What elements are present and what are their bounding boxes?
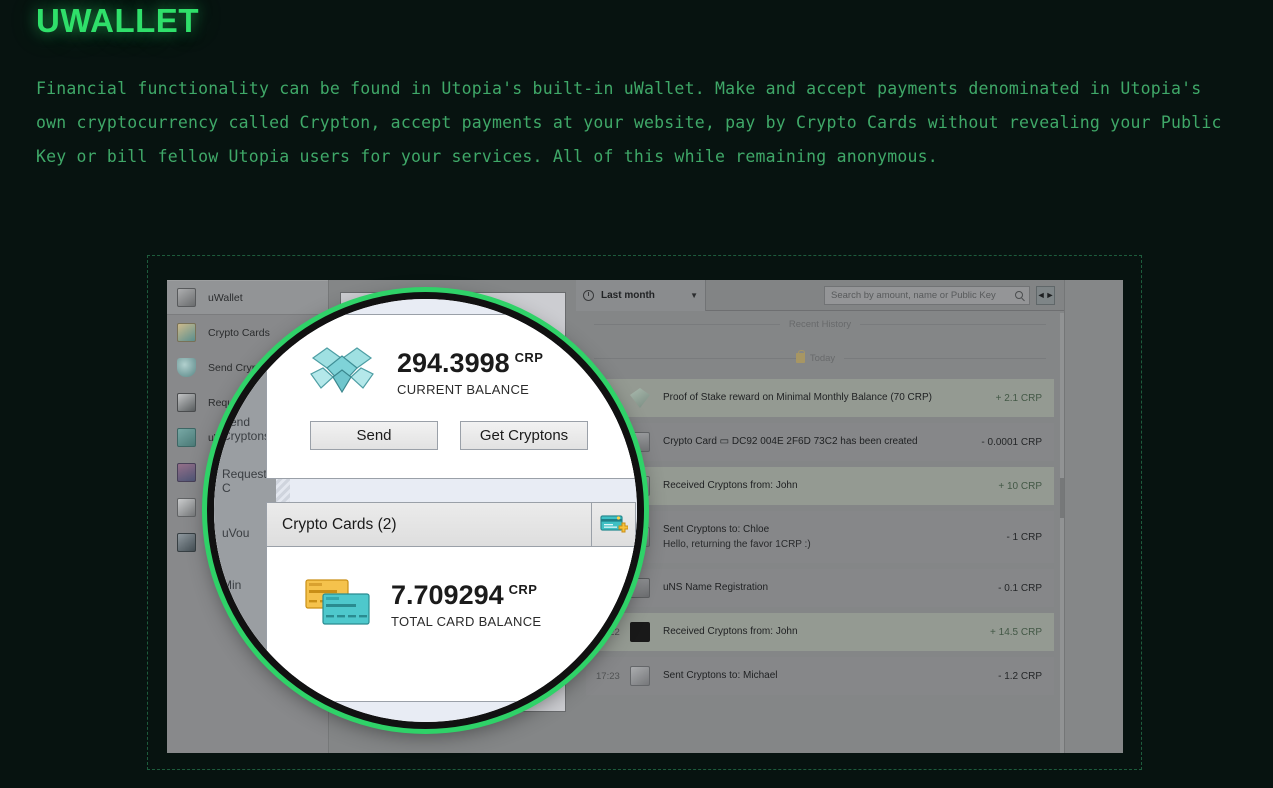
transaction-title: Sent Cryptons to: Michael: [663, 669, 988, 683]
separator-line-right: [860, 324, 1046, 325]
table-row[interactable]: Proof of Stake reward on Minimal Monthly…: [586, 379, 1054, 417]
transaction-title: Received Cryptons from: John: [663, 625, 980, 639]
chevron-down-icon: ▼: [690, 291, 698, 300]
get-cryptons-button[interactable]: Get Cryptons: [460, 421, 588, 450]
magnifier-content: uWallet Crypto Cards Send Cryptons Reque…: [214, 299, 637, 722]
transaction-title: Received Cryptons from: John: [663, 479, 988, 493]
today-separator: Today: [576, 337, 1064, 379]
crypto-cards-header: Crypto Cards (2): [267, 503, 635, 547]
current-balance-amount: 294.3998CRP: [397, 343, 543, 378]
recent-history-separator: Recent History: [576, 311, 1064, 337]
page-title: UWALLET: [36, 2, 199, 40]
lock-icon: [796, 353, 805, 363]
mining-icon: [177, 463, 196, 482]
balance-row: 294.3998CRP CURRENT BALANCE: [267, 315, 635, 397]
treasury-chart-icon: [177, 533, 196, 552]
history-column: Last month ▼ Search by amount, name or P…: [576, 280, 1064, 753]
history-toolbar: Last month ▼ Search by amount, name or P…: [576, 280, 1064, 311]
cryptons-gem-icon: [309, 344, 375, 396]
current-balance-label: CURRENT BALANCE: [397, 382, 543, 397]
currency-unit: CRP: [509, 582, 538, 597]
page-description: Financial functionality can be found in …: [36, 72, 1226, 174]
transaction-title: Sent Cryptons to: Chloe: [663, 523, 996, 537]
cards-balance-text: 7.709294CRP TOTAL CARD BALANCE: [391, 575, 541, 629]
safe-icon: [177, 288, 196, 307]
transaction-title: Crypto Card ▭ DC92 004E 2F6D 73C2 has be…: [663, 435, 971, 449]
transaction-body: Received Cryptons from: John: [663, 618, 980, 646]
transaction-body: Crypto Card ▭ DC92 004E 2F6D 73C2 has be…: [663, 428, 971, 456]
payment-terminal-icon: [177, 393, 196, 412]
total-card-balance-amount: 7.709294CRP: [391, 575, 541, 610]
transaction-body: Received Cryptons from: John: [663, 472, 988, 500]
recent-history-label: Recent History: [780, 319, 860, 330]
transaction-amount: + 14.5 CRP: [980, 627, 1042, 638]
magnifier-lens: uWallet Crypto Cards Send Cryptons Reque…: [207, 292, 644, 729]
transaction-amount: - 0.0001 CRP: [971, 437, 1042, 448]
add-card-icon[interactable]: [591, 503, 635, 546]
search-placeholder: Search by amount, name or Public Key: [831, 290, 996, 301]
expand-collapse-icon[interactable]: ◄►: [1036, 286, 1055, 305]
table-row[interactable]: Crypto Card ▭ DC92 004E 2F6D 73C2 has be…: [586, 423, 1054, 461]
transaction-body: Sent Cryptons to: Michael: [663, 662, 988, 690]
transaction-amount: - 0.1 CRP: [988, 583, 1042, 594]
transaction-body: Sent Cryptons to: Chloe Hello, returning…: [663, 516, 996, 559]
gem-send-icon: [177, 358, 196, 377]
separator-line-right: [844, 358, 1046, 359]
search-input[interactable]: Search by amount, name or Public Key: [824, 286, 1030, 305]
today-label: Today: [810, 353, 844, 364]
currency-unit: CRP: [515, 350, 544, 365]
send-button[interactable]: Send: [310, 421, 438, 450]
transaction-amount: + 2.1 CRP: [986, 393, 1042, 404]
balance-actions: Send Get Cryptons: [267, 397, 635, 450]
voucher-heart-icon: [177, 428, 196, 447]
transaction-title: uNS Name Registration: [663, 581, 988, 595]
transaction-body: Proof of Stake reward on Minimal Monthly…: [663, 384, 986, 412]
crypto-cards-body: 7.709294CRP TOTAL CARD BALANCE: [267, 547, 635, 629]
balance-text: 294.3998CRP CURRENT BALANCE: [397, 343, 543, 397]
transaction-amount: - 1.2 CRP: [988, 671, 1042, 682]
card-stack-icon: [305, 578, 371, 626]
crypto-cards-title: Crypto Cards (2): [267, 516, 591, 534]
search-icon: [1015, 291, 1023, 299]
table-row[interactable]: 17:23 Sent Cryptons to: Michael - 1.2 CR…: [586, 657, 1054, 695]
transaction-note: Hello, returning the favor 1CRP :): [663, 537, 996, 552]
transaction-body: uNS Name Registration: [663, 574, 988, 602]
transaction-title: Proof of Stake reward on Minimal Monthly…: [663, 391, 986, 405]
transaction-list: Proof of Stake reward on Minimal Monthly…: [576, 379, 1064, 695]
table-row[interactable]: Sent Cryptons to: Chloe Hello, returning…: [586, 511, 1054, 563]
table-row[interactable]: uNS Name Registration - 0.1 CRP: [586, 569, 1054, 607]
history-book-icon: [177, 498, 196, 517]
credit-cards-icon: [177, 323, 196, 342]
table-row[interactable]: Received Cryptons from: John + 10 CRP: [586, 467, 1054, 505]
right-side-panel: [1064, 280, 1123, 753]
crypto-cards-card: Crypto Cards (2): [266, 502, 636, 702]
current-balance-card: 294.3998CRP CURRENT BALANCE Send Get Cry…: [266, 314, 636, 479]
table-row[interactable]: 17:22 Received Cryptons from: John + 14.…: [586, 613, 1054, 651]
transaction-amount: - 1 CRP: [996, 532, 1042, 543]
search-area: Search by amount, name or Public Key ◄►: [824, 286, 1064, 305]
total-card-balance-label: TOTAL CARD BALANCE: [391, 614, 541, 629]
transaction-amount: + 10 CRP: [988, 481, 1042, 492]
